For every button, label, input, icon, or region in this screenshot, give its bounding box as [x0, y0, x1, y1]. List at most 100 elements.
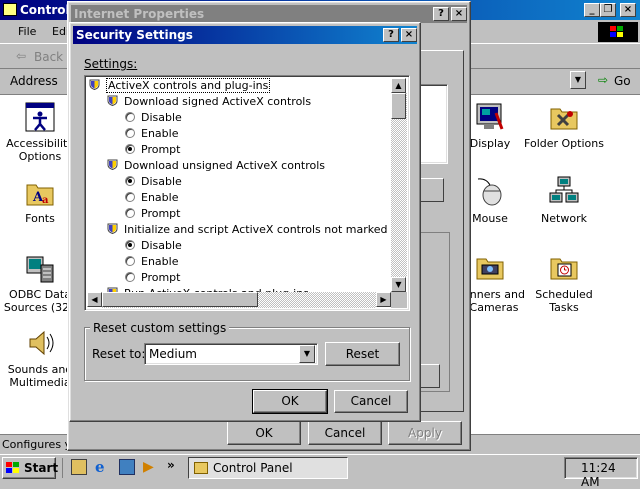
icon-label-network[interactable]: Network	[524, 212, 604, 225]
settings-category-label[interactable]: ActiveX controls and plug-ins	[106, 78, 271, 93]
settings-option-label[interactable]: Disable	[141, 111, 182, 124]
go-arrow-icon[interactable]: ⇨	[598, 73, 608, 87]
start-button[interactable]: Start	[2, 457, 59, 479]
cancel-button[interactable]: Cancel	[334, 390, 408, 413]
reset-to-select[interactable]: Medium ▼	[144, 343, 318, 365]
start-label: Start	[24, 461, 59, 475]
mouse-icon[interactable]	[474, 175, 506, 207]
scroll-right-button[interactable]: ▶	[376, 292, 391, 307]
minimize-button[interactable]: _	[584, 3, 600, 17]
vertical-scroll-track[interactable]	[391, 93, 407, 277]
settings-option[interactable]: Enable	[125, 126, 178, 142]
settings-option[interactable]: Prompt	[125, 270, 180, 286]
security-settings-titlebar[interactable]: Security Settings ? ×	[73, 26, 417, 44]
settings-option[interactable]: Prompt	[125, 142, 180, 158]
ok-button[interactable]: OK	[252, 389, 328, 414]
taskbar: Start e ▶ » Control Panel 11:24 AM	[0, 454, 640, 489]
radio-button[interactable]	[125, 192, 135, 202]
icon-label-folder-options[interactable]: Folder Options	[524, 137, 604, 150]
radio-button[interactable]	[125, 112, 135, 122]
windows-flag-icon	[6, 462, 20, 474]
settings-option[interactable]: Enable	[125, 190, 178, 206]
close-button[interactable]: ×	[620, 3, 636, 17]
media-player-icon[interactable]: ▶	[143, 459, 154, 475]
settings-list: ActiveX controls and plug-ins Download si…	[84, 75, 410, 311]
address-dropdown-button[interactable]: ▼	[570, 71, 586, 89]
horizontal-scrollbar[interactable]: ◀ ▶	[87, 292, 391, 308]
settings-option[interactable]: Disable	[125, 174, 182, 190]
security-setting-icon	[107, 159, 118, 170]
horizontal-scroll-thumb[interactable]	[102, 292, 258, 307]
bg-button-2	[420, 364, 440, 388]
radio-button[interactable]	[125, 176, 135, 186]
network-icon[interactable]	[548, 175, 580, 207]
outlook-express-icon[interactable]	[119, 459, 135, 475]
settings-option-label[interactable]: Enable	[141, 255, 178, 268]
quick-launch: e ▶ »	[62, 458, 182, 478]
scheduled-tasks-icon[interactable]	[548, 251, 580, 283]
accessibility-icon[interactable]	[24, 101, 56, 133]
settings-option-label[interactable]: Prompt	[141, 207, 180, 220]
settings-group-label: Initialize and script ActiveX controls n…	[124, 223, 391, 236]
settings-group: Download unsigned ActiveX controls	[107, 158, 325, 174]
settings-option-label[interactable]: Prompt	[141, 271, 180, 284]
sounds-icon[interactable]	[24, 327, 56, 359]
internet-properties-title: Internet Properties	[74, 7, 205, 21]
security-close-button[interactable]: ×	[401, 28, 417, 42]
settings-label: Settings:	[84, 57, 138, 71]
back-arrow-icon[interactable]: ⇦	[16, 49, 26, 63]
security-setting-icon	[89, 79, 100, 90]
radio-button[interactable]	[125, 144, 135, 154]
vertical-scroll-thumb[interactable]	[391, 93, 406, 119]
settings-option[interactable]: Prompt	[125, 206, 180, 222]
menu-file[interactable]: File	[18, 25, 36, 38]
system-tray: 11:24 AM	[564, 457, 638, 489]
settings-option-label[interactable]: Disable	[141, 239, 182, 252]
folder-options-icon[interactable]	[548, 101, 580, 133]
back-button[interactable]: Back	[34, 50, 63, 64]
settings-option-label[interactable]: Enable	[141, 127, 178, 140]
help-button[interactable]: ?	[383, 28, 399, 42]
display-icon[interactable]	[474, 101, 506, 133]
internet-properties-apply-button[interactable]: Apply	[388, 421, 462, 445]
scroll-left-button[interactable]: ◀	[87, 292, 102, 307]
radio-button[interactable]	[125, 256, 135, 266]
scroll-down-button[interactable]: ▼	[391, 277, 406, 292]
settings-option-label[interactable]: Enable	[141, 191, 178, 204]
icon-label-scanners[interactable]: anners and Cameras	[462, 288, 526, 314]
show-desktop-icon[interactable]	[71, 459, 87, 475]
security-setting-icon	[107, 223, 118, 234]
security-settings-dialog: Security Settings ? × Settings: ActiveX …	[69, 22, 421, 422]
settings-option[interactable]: Enable	[125, 254, 178, 270]
reset-button[interactable]: Reset	[325, 342, 400, 366]
internet-properties-cancel-button[interactable]: Cancel	[308, 421, 382, 445]
settings-tree: ActiveX controls and plug-ins Download si…	[87, 78, 391, 292]
internet-properties-titlebar[interactable]: Internet Properties ? ×	[71, 5, 467, 23]
settings-option[interactable]: Disable	[125, 238, 182, 254]
radio-button[interactable]	[125, 128, 135, 138]
internet-properties-ok-button[interactable]: OK	[227, 421, 301, 445]
maximize-button[interactable]: ❐	[600, 3, 616, 17]
fonts-icon[interactable]: A a	[24, 177, 56, 209]
settings-option-label[interactable]: Disable	[141, 175, 182, 188]
vertical-scrollbar[interactable]: ▲ ▼	[391, 78, 407, 292]
clock[interactable]: 11:24 AM	[581, 461, 637, 489]
control-panel-task-icon	[194, 462, 208, 474]
radio-button[interactable]	[125, 240, 135, 250]
internet-explorer-icon[interactable]: e	[95, 458, 105, 476]
scanner-icon[interactable]	[474, 251, 506, 283]
settings-option-label[interactable]: Prompt	[141, 143, 180, 156]
internet-properties-help-button[interactable]: ?	[433, 7, 449, 21]
go-button[interactable]: Go	[614, 74, 631, 88]
internet-properties-close-button[interactable]: ×	[451, 7, 467, 21]
taskbar-control-panel-button[interactable]: Control Panel	[188, 457, 348, 479]
scroll-up-button[interactable]: ▲	[391, 78, 406, 93]
icon-label-scheduled-tasks[interactable]: Scheduled Tasks	[524, 288, 604, 314]
reset-to-dropdown-arrow[interactable]: ▼	[299, 345, 315, 363]
odbc-icon[interactable]	[24, 253, 56, 285]
settings-option[interactable]: Disable	[125, 110, 182, 126]
quick-launch-chevron[interactable]: »	[167, 458, 175, 472]
radio-button[interactable]	[125, 208, 135, 218]
scroll-corner	[391, 292, 407, 308]
radio-button[interactable]	[125, 272, 135, 282]
